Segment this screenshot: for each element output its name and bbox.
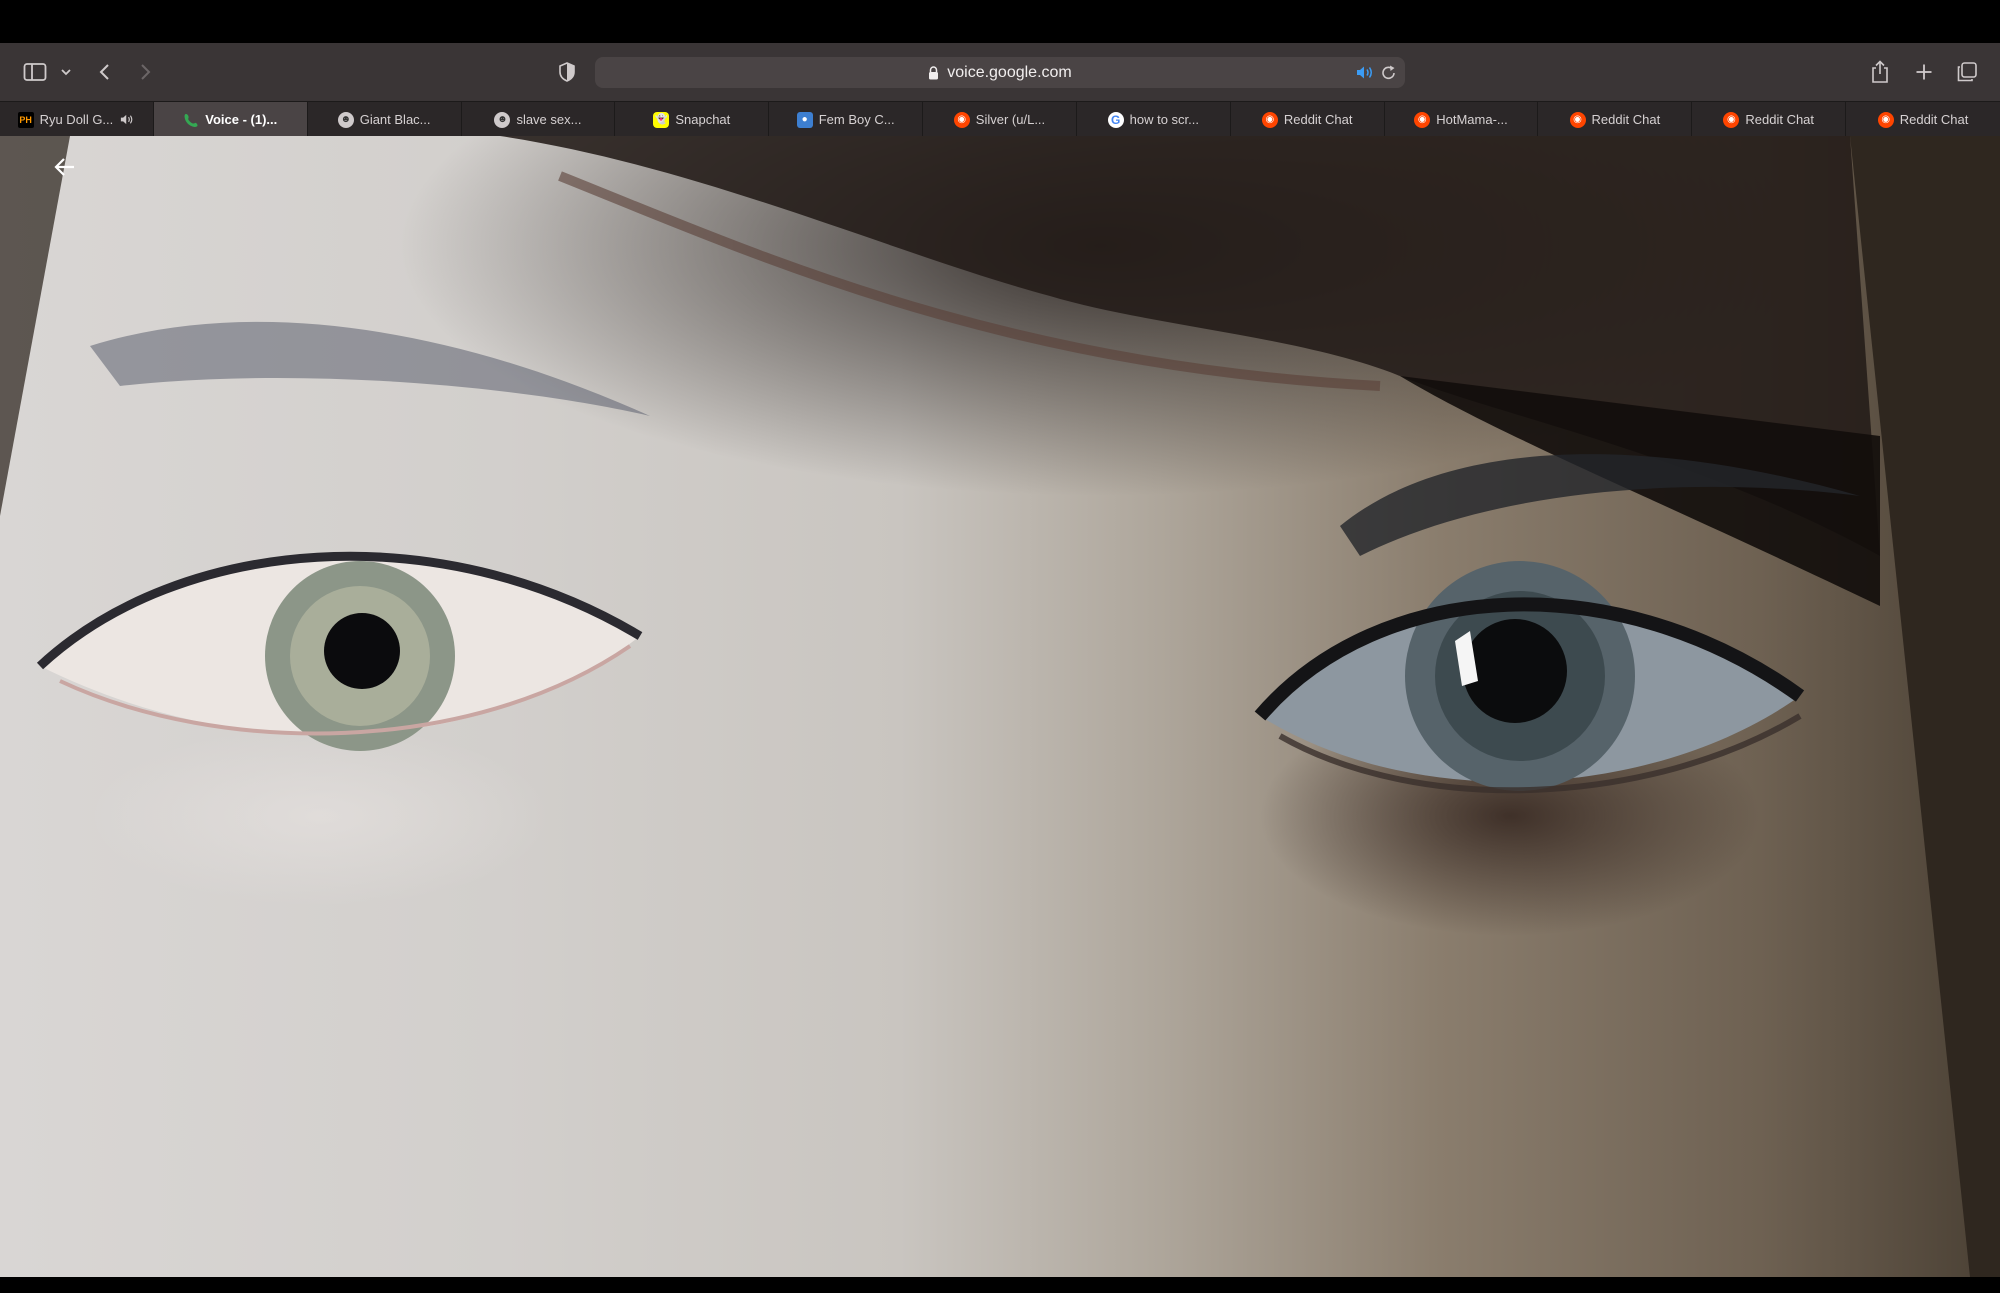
top-black-bar: [0, 0, 2000, 43]
tab-slave-sex[interactable]: ☻ slave sex...: [462, 102, 616, 137]
raccoon-icon: ☻: [337, 111, 354, 128]
privacy-report-button[interactable]: [554, 55, 580, 89]
tab-label: Reddit Chat: [1591, 112, 1661, 127]
back-navigation-button[interactable]: [92, 55, 118, 89]
share-button[interactable]: [1866, 55, 1894, 89]
tab-label: how to scr...: [1129, 112, 1200, 127]
reload-icon[interactable]: [1381, 64, 1397, 86]
raccoon-icon: ☻: [494, 111, 511, 128]
reddit-icon: ◉: [1877, 111, 1894, 128]
share-icon: [1872, 60, 1888, 83]
tab-reddit-chat-1[interactable]: ◉ Reddit Chat: [1231, 102, 1385, 137]
tab-label: HotMama-...: [1436, 112, 1508, 127]
tab-overview-icon: [1957, 62, 1977, 82]
photo: [0, 136, 2000, 1277]
google-icon: G: [1107, 111, 1124, 128]
tab-silver[interactable]: ◉ Silver (u/L...: [923, 102, 1077, 137]
speaker-icon[interactable]: [119, 113, 135, 126]
tab-label: Silver (u/L...: [975, 112, 1046, 127]
tab-label: Ryu Doll G...: [39, 112, 114, 127]
tab-bar: PH Ryu Doll G... Voice - (1)... ☻ Giant …: [0, 101, 2000, 137]
tab-label: slave sex...: [516, 112, 582, 127]
sidebar-icon: [23, 63, 47, 81]
tab-label: Reddit Chat: [1899, 112, 1969, 127]
tab-label: Fem Boy C...: [818, 112, 895, 127]
tab-reddit-chat-4[interactable]: ◉ Reddit Chat: [1846, 102, 2000, 137]
reddit-icon: ◉: [1569, 111, 1586, 128]
google-voice-icon: [183, 112, 199, 128]
viewer-back-button[interactable]: [48, 150, 82, 184]
tab-snapchat[interactable]: 👻 Snapchat: [615, 102, 770, 137]
reddit-icon: ◉: [1261, 111, 1278, 128]
tab-label: Snapchat: [675, 112, 731, 127]
reddit-icon: ◉: [1723, 111, 1740, 128]
tab-label: Reddit Chat: [1283, 112, 1353, 127]
tab-label: Reddit Chat: [1745, 112, 1815, 127]
address-bar[interactable]: voice.google.com: [595, 57, 1405, 88]
chevron-right-icon: [141, 64, 151, 80]
lock-icon: [928, 65, 939, 80]
photo-illustration: [0, 136, 2000, 1277]
site-icon: ●: [796, 111, 813, 128]
arrow-left-icon: [54, 158, 74, 176]
plus-icon: [1916, 64, 1932, 80]
reddit-icon: ◉: [1414, 111, 1431, 128]
sidebar-toggle-button[interactable]: [20, 55, 50, 89]
tab-fem-boy[interactable]: ● Fem Boy C...: [769, 102, 924, 137]
browser-toolbar: voice.google.com: [0, 43, 2000, 101]
tab-how-to-scr[interactable]: G how to scr...: [1077, 102, 1231, 137]
tab-giant-blac[interactable]: ☻ Giant Blac...: [308, 102, 462, 137]
media-viewer: [0, 136, 2000, 1277]
shield-icon: [559, 62, 575, 82]
chevron-down-icon: [61, 69, 71, 76]
forward-navigation-button[interactable]: [132, 55, 158, 89]
tab-group-dropdown-button[interactable]: [56, 55, 76, 89]
snapchat-icon: 👻: [653, 111, 670, 128]
address-text: voice.google.com: [947, 63, 1072, 81]
pornhub-icon: PH: [17, 111, 34, 128]
tab-reddit-chat-2[interactable]: ◉ Reddit Chat: [1538, 102, 1693, 137]
tab-reddit-chat-3[interactable]: ◉ Reddit Chat: [1692, 102, 1847, 137]
tab-voice[interactable]: Voice - (1)...: [153, 102, 308, 137]
tab-overview-button[interactable]: [1953, 55, 1981, 89]
chevron-left-icon: [99, 64, 109, 80]
speaker-icon[interactable]: [1355, 64, 1375, 86]
tab-hotmama[interactable]: ◉ HotMama-...: [1385, 102, 1539, 137]
tab-label: Voice - (1)...: [205, 112, 278, 127]
reddit-icon: ◉: [953, 111, 970, 128]
tab-ryu-doll[interactable]: PH Ryu Doll G...: [0, 102, 154, 137]
new-tab-button[interactable]: [1910, 55, 1938, 89]
bottom-black-bar: [0, 1277, 2000, 1293]
tab-label: Giant Blac...: [359, 112, 431, 127]
